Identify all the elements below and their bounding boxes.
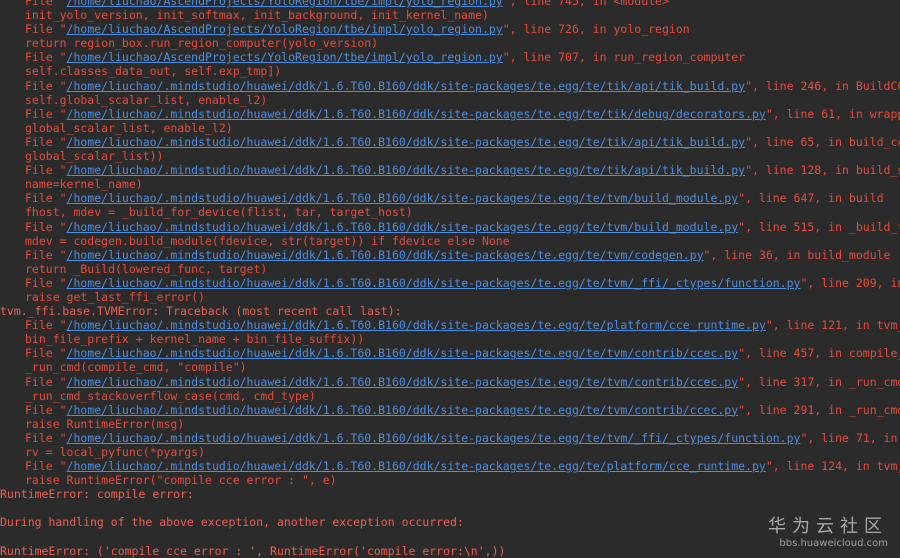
- file-suffix: ", line 246, in BuildCCE: [745, 78, 900, 93]
- file-path-link[interactable]: /home/liuchao/.mindstudio/huawei/ddk/1.6…: [67, 403, 739, 417]
- file-suffix: ", line 36, in build_module: [703, 247, 891, 262]
- file-path-link[interactable]: /home/liuchao/.mindstudio/huawei/ddk/1.6…: [67, 191, 739, 205]
- traceback-file-line: File "/home/liuchao/AscendProjects/YoloR…: [0, 50, 900, 64]
- watermark-url: bbs.huaweicloud.com: [779, 538, 888, 549]
- file-path-link[interactable]: /home/liuchao/.mindstudio/huawei/ddk/1.6…: [67, 248, 704, 262]
- file-prefix: File ": [25, 247, 67, 262]
- file-prefix: File ": [25, 0, 67, 8]
- file-suffix: ", line 745, in <module>: [502, 0, 669, 8]
- traceback-code-line: raise RuntimeError("compile cce error : …: [25, 473, 337, 488]
- file-suffix: ", line 61, in wrapper: [765, 106, 900, 121]
- file-path-link[interactable]: /home/liuchao/.mindstudio/huawei/ddk/1.6…: [67, 459, 766, 473]
- traceback-code-line: raise RuntimeError(msg): [25, 416, 185, 431]
- traceback-code-line: init_yolo_version, init_softmax, init_ba…: [25, 8, 489, 23]
- traceback-code-line: _run_cmd(compile_cmd, "compile"): [25, 360, 247, 375]
- traceback-code-line: global_scalar_list)): [25, 149, 164, 164]
- file-suffix: ", line 121, in tvm_callbac: [765, 318, 900, 333]
- traceback-file-line: File "/home/liuchao/.mindstudio/huawei/d…: [0, 220, 900, 234]
- file-prefix: File ": [25, 191, 67, 206]
- file-suffix: ", line 726, in yolo_region: [502, 22, 690, 37]
- file-path-link[interactable]: /home/liuchao/AscendProjects/YoloRegion/…: [67, 0, 503, 8]
- error-message-line: During handling of the above exception, …: [0, 515, 464, 530]
- file-prefix: File ": [25, 50, 67, 65]
- file-prefix: File ": [25, 22, 67, 37]
- file-path-link[interactable]: /home/liuchao/.mindstudio/huawei/ddk/1.6…: [67, 346, 739, 360]
- file-path-link[interactable]: /home/liuchao/.mindstudio/huawei/ddk/1.6…: [67, 375, 739, 389]
- traceback-code-line: return _Build(lowered_func, target): [25, 261, 268, 276]
- traceback-code-line: raise get_last_ffi_error(): [25, 289, 206, 304]
- file-path-link[interactable]: /home/liuchao/.mindstudio/huawei/ddk/1.6…: [67, 318, 766, 332]
- traceback-code-line: self.classes_data_out, self.exp_tmp]): [25, 64, 282, 79]
- traceback-file-line: File "/home/liuchao/.mindstudio/huawei/d…: [0, 318, 900, 332]
- watermark: 华为云社区 bbs.huaweicloud.com: [768, 516, 888, 550]
- file-path-link[interactable]: /home/liuchao/AscendProjects/YoloRegion/…: [67, 22, 503, 36]
- file-suffix: ", line 707, in run_region_computer: [502, 50, 746, 65]
- file-suffix: ", line 128, in build_schedule: [745, 163, 900, 178]
- file-suffix: ", line 291, in _run_cmd_stacko: [738, 402, 900, 417]
- file-prefix: File ": [25, 219, 67, 234]
- file-suffix: ", line 65, in build_cce: [745, 134, 900, 149]
- file-suffix: ", line 71, in cfun: [800, 430, 898, 445]
- file-path-link[interactable]: /home/liuchao/.mindstudio/huawei/ddk/1.6…: [67, 431, 801, 445]
- traceback-code-line: rv = local_pyfunc(*pyargs): [25, 445, 206, 459]
- traceback-file-line: File "/home/liuchao/.mindstudio/huawei/d…: [0, 248, 900, 262]
- file-prefix: File ": [25, 163, 67, 178]
- file-prefix: File ": [25, 402, 67, 417]
- traceback-file-line: File "/home/liuchao/.mindstudio/huawei/d…: [0, 191, 900, 205]
- file-prefix: File ": [25, 106, 67, 121]
- file-suffix: ", line 515, in _build_for_devi: [738, 219, 900, 234]
- traceback-file-line: File "/home/liuchao/.mindstudio/huawei/d…: [0, 375, 900, 389]
- file-prefix: File ": [25, 346, 67, 361]
- traceback-code-line: global_scalar_list, enable_l2): [25, 120, 233, 135]
- traceback-file-line: File "/home/liuchao/.mindstudio/huawei/d…: [0, 459, 900, 473]
- traceback-file-line: File "/home/liuchao/.mindstudio/huawei/d…: [0, 276, 900, 290]
- file-path-link[interactable]: /home/liuchao/AscendProjects/YoloRegion/…: [67, 50, 503, 64]
- file-suffix: ", line 317, in _run_cmd: [738, 374, 900, 389]
- file-prefix: File ": [25, 430, 67, 445]
- watermark-title: 华为云社区: [768, 516, 888, 537]
- file-path-link[interactable]: /home/liuchao/.mindstudio/huawei/ddk/1.6…: [67, 220, 739, 234]
- file-path-link[interactable]: /home/liuchao/.mindstudio/huawei/ddk/1.6…: [67, 276, 801, 290]
- traceback-code-line: fhost, mdev = _build_for_device(flist, t…: [25, 205, 413, 220]
- file-suffix: ", line 457, in compile_cce: [738, 346, 900, 361]
- traceback-file-line: File "/home/liuchao/.mindstudio/huawei/d…: [0, 431, 900, 445]
- traceback-code-line: return region_box.run_region_computer(yo…: [25, 36, 379, 51]
- file-path-link[interactable]: /home/liuchao/.mindstudio/huawei/ddk/1.6…: [67, 107, 766, 121]
- file-prefix: File ": [25, 275, 67, 290]
- traceback-file-line: File "/home/liuchao/.mindstudio/huawei/d…: [0, 163, 900, 177]
- traceback-code-line: _run_cmd_stackoverflow_case(cmd, cmd_typ…: [25, 388, 316, 403]
- file-prefix: File ": [25, 459, 67, 474]
- terminal-output[interactable]: File "/home/liuchao/AscendProjects/YoloR…: [0, 0, 900, 558]
- error-message-line: tvm._ffi.base.TVMError: Traceback (most …: [0, 304, 402, 319]
- file-prefix: File ": [25, 134, 67, 149]
- traceback-file-line: File "/home/liuchao/.mindstudio/huawei/d…: [0, 135, 900, 149]
- file-path-link[interactable]: /home/liuchao/.mindstudio/huawei/ddk/1.6…: [67, 79, 746, 93]
- file-path-link[interactable]: /home/liuchao/.mindstudio/huawei/ddk/1.6…: [67, 135, 746, 149]
- file-suffix: ", line 209, in __call: [800, 275, 900, 290]
- traceback-code-line: mdev = codegen.build_module(fdevice, str…: [25, 233, 510, 248]
- traceback-file-line: File "/home/liuchao/.mindstudio/huawei/d…: [0, 403, 900, 417]
- traceback-file-line: File "/home/liuchao/AscendProjects/YoloR…: [0, 0, 900, 8]
- error-message-line: RuntimeError: ('compile cce error : ', R…: [0, 543, 506, 558]
- traceback-code-line: bin_file_prefix + kernel_name + bin_file…: [25, 332, 365, 347]
- file-suffix: ", line 647, in build: [738, 191, 884, 206]
- traceback-file-line: File "/home/liuchao/.mindstudio/huawei/d…: [0, 346, 900, 360]
- file-prefix: File ": [25, 374, 67, 389]
- traceback-file-line: File "/home/liuchao/.mindstudio/huawei/d…: [0, 79, 900, 93]
- traceback-file-line: File "/home/liuchao/.mindstudio/huawei/d…: [0, 107, 900, 121]
- file-prefix: File ": [25, 78, 67, 93]
- traceback-lines: File "/home/liuchao/AscendProjects/YoloR…: [0, 0, 900, 558]
- traceback-file-line: File "/home/liuchao/AscendProjects/YoloR…: [0, 22, 900, 36]
- traceback-code-line: name=kernel_name): [25, 177, 143, 192]
- file-suffix: ", line 124, in tvm_callbac: [765, 459, 900, 474]
- file-path-link[interactable]: /home/liuchao/.mindstudio/huawei/ddk/1.6…: [67, 163, 746, 177]
- error-message-line: RuntimeError: compile error:: [0, 487, 194, 502]
- file-prefix: File ": [25, 318, 67, 333]
- traceback-code-line: self.global_scalar_list, enable_l2): [25, 92, 268, 107]
